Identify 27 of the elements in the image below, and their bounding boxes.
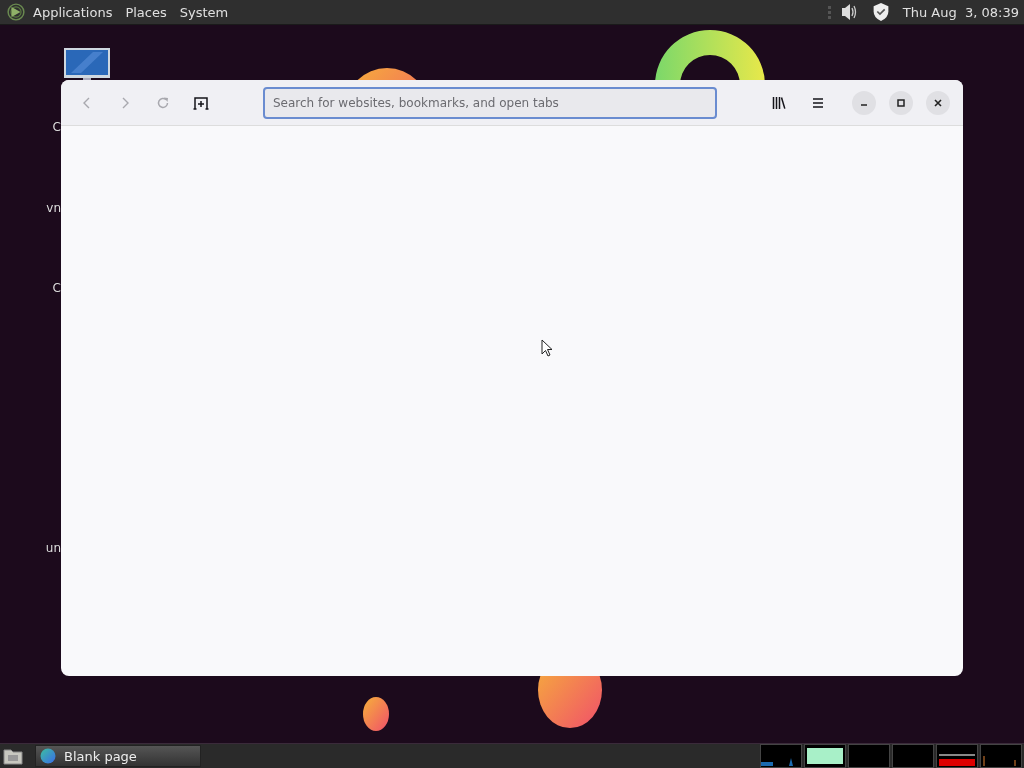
computer-icon[interactable] <box>63 47 111 80</box>
search-field[interactable]: Search for websites, bookmarks, and open tabs <box>263 86 717 119</box>
library-icon <box>771 94 787 111</box>
menu-item[interactable]: Applications <box>33 4 120 20</box>
new-tab-icon <box>193 94 209 111</box>
desktop-icon-label[interactable]: C <box>52 281 61 295</box>
menu-item[interactable]: System <box>179 4 236 20</box>
mouse-pointer-icon <box>541 339 553 357</box>
menu-item[interactable]: Places <box>125 4 174 20</box>
minimize-icon <box>860 104 868 106</box>
maximize-button[interactable] <box>889 90 913 115</box>
desktop-icon-label[interactable]: C <box>52 120 61 134</box>
globe-icon <box>40 748 56 764</box>
clock[interactable]: Thu Aug 3, 08:39 <box>902 4 1019 20</box>
desktop-icon-label[interactable]: vn <box>46 201 61 215</box>
monitor-graph <box>936 744 978 768</box>
monitor-graph <box>760 744 802 768</box>
taskbar-button[interactable]: Blank page <box>35 745 201 767</box>
tray-grip-icon <box>827 4 831 20</box>
close-button[interactable] <box>926 90 950 115</box>
show-desktop-icon[interactable] <box>3 747 23 765</box>
monitor-graph <box>804 744 846 768</box>
menu-logo-icon[interactable] <box>7 3 25 21</box>
monitor-graph <box>848 744 890 768</box>
desktop-icon-label[interactable]: un <box>45 541 61 555</box>
monitor-graph <box>980 744 1022 768</box>
monitor-graph <box>892 744 934 768</box>
